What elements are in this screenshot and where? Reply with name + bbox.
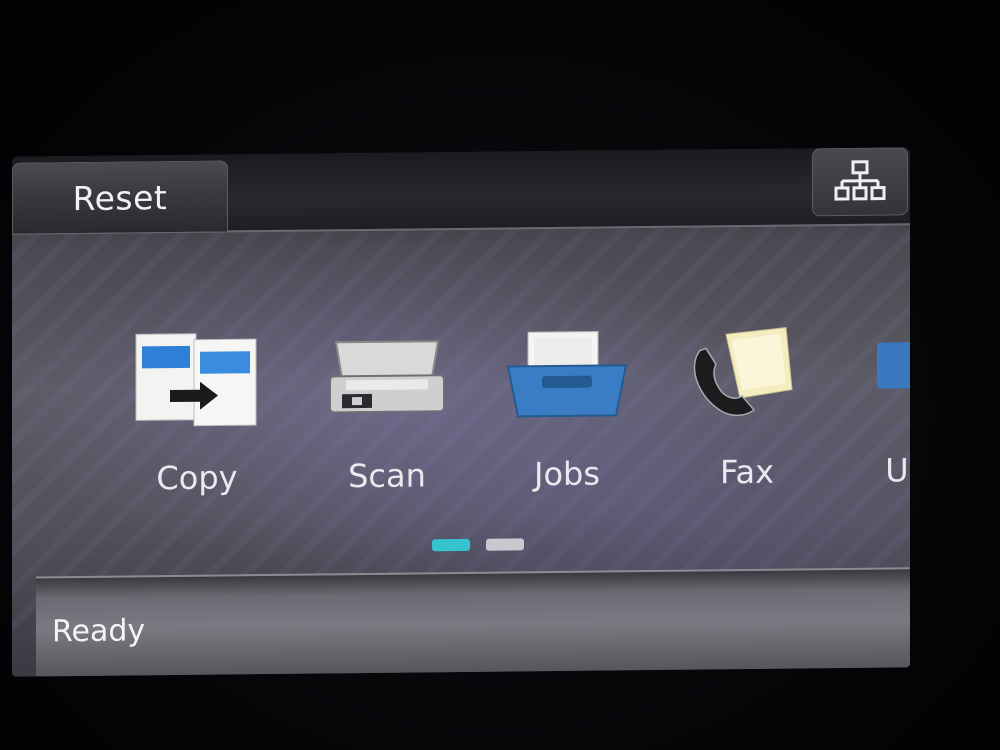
copy-app-button[interactable]: Copy xyxy=(112,324,282,526)
page-dot-1[interactable] xyxy=(432,538,470,552)
top-bar: Reset xyxy=(12,147,910,235)
scan-label: Scan xyxy=(348,456,426,496)
fax-app-button[interactable]: Fax xyxy=(662,318,832,520)
partial-app-button[interactable]: U xyxy=(842,316,910,518)
copy-icon xyxy=(135,333,257,427)
scan-app-button[interactable]: Scan xyxy=(302,322,472,524)
scanner-icon xyxy=(329,340,445,414)
fax-label: Fax xyxy=(719,452,774,492)
partial-app-label: U xyxy=(885,451,909,490)
page-indicator xyxy=(432,538,532,553)
app-carousel: Copy Scan Jobs Fax U xyxy=(12,317,910,526)
status-bar: Ready xyxy=(36,567,910,677)
partial-app-icon xyxy=(877,342,910,389)
printer-touchscreen: Reset Copy Scan Jobs Fax U Ready xyxy=(12,147,910,677)
fax-phone-icon xyxy=(693,327,793,417)
copy-label: Copy xyxy=(156,458,238,498)
page-dot-2[interactable] xyxy=(486,538,524,551)
status-text: Ready xyxy=(52,613,146,650)
network-tree-icon xyxy=(834,160,886,201)
reset-button-label: Reset xyxy=(72,177,168,218)
jobs-tray-icon xyxy=(506,331,628,418)
jobs-label: Jobs xyxy=(534,454,600,494)
network-button[interactable] xyxy=(812,147,908,217)
jobs-app-button[interactable]: Jobs xyxy=(482,320,652,522)
reset-button[interactable]: Reset xyxy=(12,160,228,234)
